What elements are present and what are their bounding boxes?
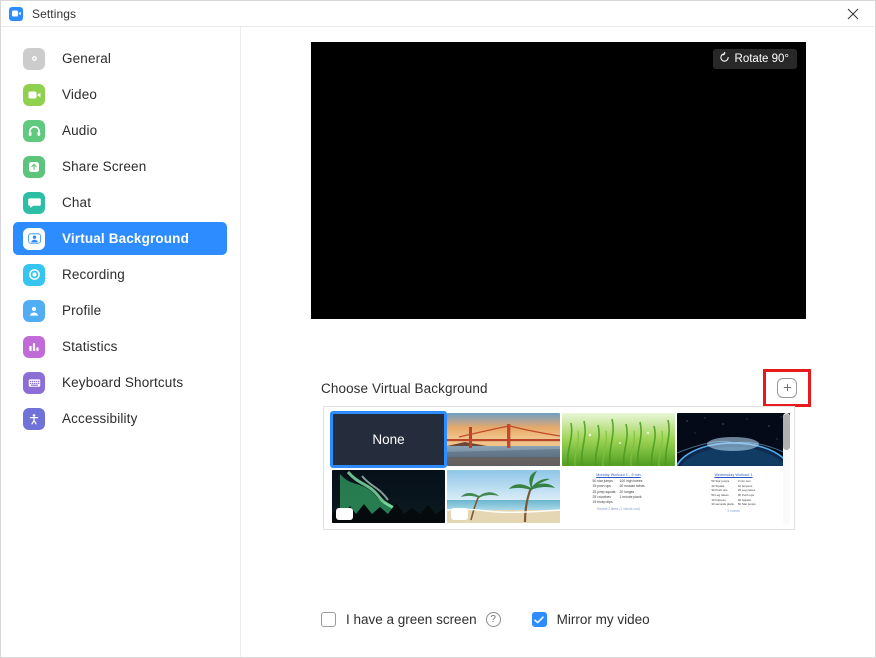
record-icon [23, 264, 45, 286]
workout-item: 30 russian twists [619, 484, 644, 489]
mirror-video-checkbox[interactable] [532, 612, 547, 627]
sidebar-item-share-screen[interactable]: Share Screen [13, 150, 227, 183]
add-background-button[interactable] [777, 378, 797, 398]
sidebar-item-chat[interactable]: Chat [13, 186, 227, 219]
workout-column-2: 100 high knees 30 russian twists 20 lung… [619, 479, 644, 505]
accessibility-icon [23, 408, 45, 430]
workout-footer: Repeat 3 times (1 minute rest) [566, 507, 671, 511]
thumbnail-grid: None [332, 413, 794, 525]
green-screen-checkbox[interactable] [321, 612, 336, 627]
workout-item: 50 Star jumps [738, 502, 756, 507]
sidebar-item-label: Accessibility [62, 411, 137, 426]
title-bar: Settings [1, 1, 875, 26]
headphones-icon [23, 120, 45, 142]
footer-options: I have a green screen ? Mirror my video [321, 612, 650, 627]
mirror-video-option[interactable]: Mirror my video [532, 612, 650, 627]
plus-icon [782, 381, 793, 395]
sidebar-item-label: Keyboard Shortcuts [62, 375, 183, 390]
window-title: Settings [32, 7, 76, 21]
thumbnail-scrollbar[interactable] [783, 413, 790, 525]
thumbnail-none[interactable]: None [332, 413, 445, 466]
workout-footer: 3 rounds [681, 509, 786, 513]
workout-item: 30 Push ups [738, 493, 756, 498]
workout-column-2: 3 min rest 10 burpees 20 Leg raises 30 P… [738, 479, 756, 507]
green-screen-label: I have a green screen [346, 612, 477, 627]
sidebar: General Video Audio Share Screen Chat [1, 27, 241, 657]
sidebar-item-accessibility[interactable]: Accessibility [13, 402, 227, 435]
sidebar-item-label: Share Screen [62, 159, 146, 174]
thumbnail-earth-from-space[interactable] [677, 413, 790, 466]
rotate-90-button[interactable]: Rotate 90° [713, 49, 797, 69]
workout-column-1: 50 Star jumps 40 Squats 30 Push ups 50 L… [711, 479, 734, 507]
thumbnail-golden-gate-bridge[interactable] [447, 413, 560, 466]
sidebar-item-general[interactable]: General [13, 42, 227, 75]
video-badge-icon [451, 508, 468, 520]
workout-item: 30 seconds plank [711, 502, 734, 507]
sidebar-item-video[interactable]: Video [13, 78, 227, 111]
video-badge-icon [336, 508, 353, 520]
workout-title: Monday Workout 1 - 9 min [566, 473, 671, 477]
settings-window: Settings General Video Audio [0, 0, 876, 658]
workout-column-1: 50 star jumps 15 push ups 25 jump squats… [592, 479, 615, 505]
sidebar-item-profile[interactable]: Profile [13, 294, 227, 327]
sidebar-item-label: Audio [62, 123, 97, 138]
choose-background-label: Choose Virtual Background [321, 381, 488, 396]
thumbnail-none-label: None [372, 432, 404, 447]
rotate-button-label: Rotate 90° [735, 53, 789, 65]
sidebar-item-label: General [62, 51, 111, 66]
person-card-icon [23, 228, 45, 250]
sidebar-item-audio[interactable]: Audio [13, 114, 227, 147]
close-icon[interactable] [831, 1, 875, 26]
add-button-highlight [763, 369, 811, 407]
sidebar-item-label: Virtual Background [62, 231, 189, 246]
zoom-video-icon [9, 7, 23, 21]
mirror-video-label: Mirror my video [557, 612, 650, 627]
thumbnail-wednesday-workout[interactable]: Wednesday Workout 1 50 Star jumps 40 Squ… [677, 470, 790, 523]
sidebar-item-label: Chat [62, 195, 91, 210]
camera-icon [23, 84, 45, 106]
choose-background-row: Choose Virtual Background [321, 371, 811, 405]
sidebar-item-label: Profile [62, 303, 101, 318]
main-panel: Rotate 90° Choose Virtual Background Non… [242, 27, 875, 657]
sidebar-item-recording[interactable]: Recording [13, 258, 227, 291]
bar-chart-icon [23, 336, 45, 358]
gear-icon [23, 48, 45, 70]
help-icon[interactable]: ? [486, 612, 501, 627]
keyboard-icon [23, 372, 45, 394]
video-preview: Rotate 90° [311, 42, 806, 319]
thumbnail-green-grass[interactable] [562, 413, 675, 466]
workout-title: Wednesday Workout 1 [681, 473, 786, 477]
green-screen-option[interactable]: I have a green screen ? [321, 612, 501, 627]
sidebar-item-statistics[interactable]: Statistics [13, 330, 227, 363]
thumbnail-monday-workout[interactable]: Monday Workout 1 - 9 min 50 star jumps 1… [562, 470, 675, 523]
user-icon [23, 300, 45, 322]
sidebar-item-label: Statistics [62, 339, 118, 354]
thumbnail-tropical-beach[interactable] [447, 470, 560, 523]
sidebar-item-label: Recording [62, 267, 125, 282]
sidebar-item-label: Video [62, 87, 97, 102]
workout-item: 1 minute plank [619, 495, 644, 500]
rotate-ccw-icon [719, 52, 730, 66]
thumbnail-aurora-borealis[interactable] [332, 470, 445, 523]
chat-icon [23, 192, 45, 214]
sidebar-item-virtual-background[interactable]: Virtual Background [13, 222, 227, 255]
scrollbar-thumb[interactable] [783, 414, 790, 450]
upload-icon [23, 156, 45, 178]
workout-item: 15 tricep dips [592, 500, 615, 505]
virtual-background-thumbnails: None [323, 406, 795, 530]
sidebar-item-keyboard-shortcuts[interactable]: Keyboard Shortcuts [13, 366, 227, 399]
